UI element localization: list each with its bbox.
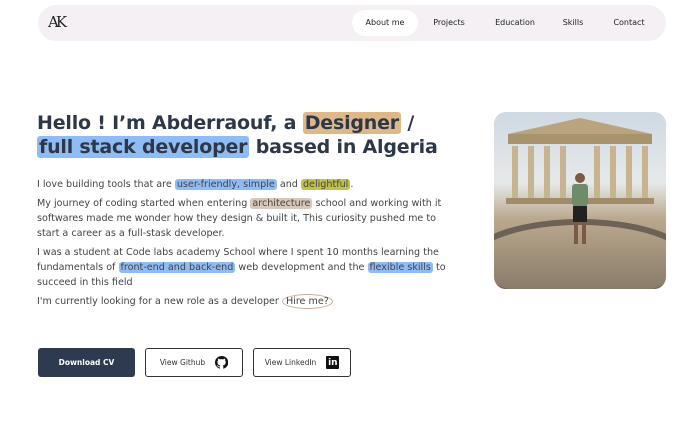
highlight: user-friendly, simple: [174, 179, 277, 190]
text: and: [276, 179, 301, 190]
heading-text: Hello ! I’m Abderraouf, a: [37, 112, 303, 134]
text: web development and the: [235, 262, 368, 273]
highlight: front-end and back-end: [118, 262, 236, 273]
linkedin-icon: in: [326, 356, 340, 369]
button-label: Download CV: [58, 358, 115, 367]
highlight: flexible skills: [367, 262, 433, 273]
highlight-designer: Designer: [302, 112, 401, 134]
text: I'm currently looking for a new role as …: [37, 296, 282, 307]
top-nav: AK About me Projects Education Skills Co…: [38, 5, 666, 41]
button-label: View LinkedIn: [264, 358, 317, 367]
nav-contact[interactable]: Contact: [606, 10, 652, 36]
logo[interactable]: AK: [48, 13, 67, 31]
highlight-fullstack: full stack developer: [37, 136, 250, 158]
text: I love building tools that are: [37, 179, 175, 190]
hero-heading: Hello ! I’m Abderraouf, a Designer / full…: [37, 111, 438, 159]
paragraph: I was a student at Code labs academy Sch…: [37, 245, 457, 290]
heading-text: bassed in Algeria: [249, 136, 438, 158]
nav-education[interactable]: Education: [488, 10, 542, 36]
intro-text: I love building tools that are user-frie…: [37, 177, 457, 313]
button-label: View Github: [159, 358, 206, 367]
photo-illustration: [494, 118, 666, 289]
text: .: [350, 179, 354, 190]
view-linkedin-button[interactable]: View LinkedIn in: [253, 348, 351, 377]
nav-skills[interactable]: Skills: [556, 10, 590, 36]
paragraph: I love building tools that are user-frie…: [37, 177, 457, 192]
paragraph: I'm currently looking for a new role as …: [37, 294, 457, 309]
nav-about-me[interactable]: About me: [352, 10, 418, 36]
view-github-button[interactable]: View Github: [145, 348, 243, 377]
highlight: architecture: [250, 198, 313, 209]
github-icon: [215, 356, 229, 369]
paragraph: My journey of coding started when enteri…: [37, 196, 457, 241]
nav-projects[interactable]: Projects: [424, 10, 474, 36]
heading-text: /: [400, 112, 415, 134]
text: My journey of coding started when enteri…: [37, 198, 251, 209]
highlight: delightful: [300, 179, 351, 190]
profile-photo: [494, 112, 666, 289]
hire-me-link[interactable]: Hire me?: [281, 294, 333, 309]
download-cv-button[interactable]: Download CV: [38, 348, 135, 377]
